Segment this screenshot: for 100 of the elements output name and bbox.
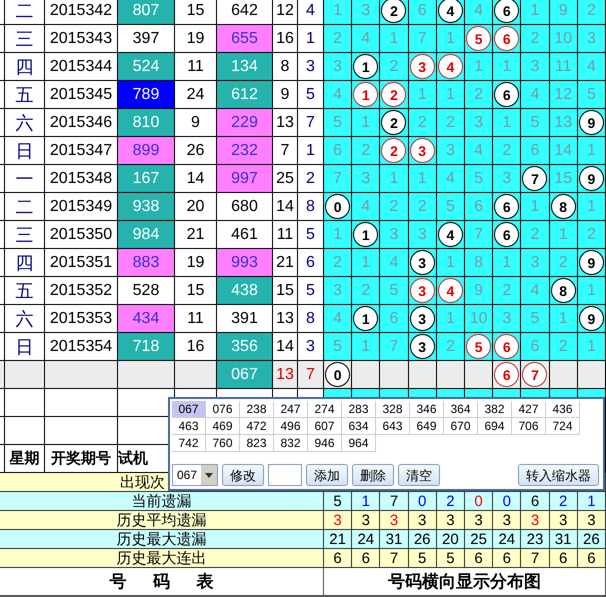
- miss-count-cell: 5: [465, 165, 494, 193]
- number-ball: 6: [494, 334, 520, 359]
- table-cell: 7: [273, 137, 298, 165]
- miss-count-cell: 5: [436, 193, 465, 221]
- number-ball: 2: [381, 110, 406, 135]
- miss-count-cell: 1: [578, 137, 606, 165]
- number-item[interactable]: 946: [308, 435, 342, 452]
- miss-count-cell: 1: [550, 305, 578, 333]
- stat-value: 21: [324, 530, 352, 549]
- stat-value: 3: [521, 511, 550, 530]
- number-item[interactable]: 760: [206, 435, 240, 452]
- number-item[interactable]: 742: [172, 435, 206, 452]
- number-item[interactable]: 283: [342, 401, 376, 418]
- miss-count-cell: 6: [521, 137, 550, 165]
- number-item[interactable]: 328: [376, 401, 410, 418]
- miss-count-cell: 1: [550, 221, 578, 249]
- number-item[interactable]: 634: [342, 418, 376, 435]
- number-ball: 9: [578, 110, 604, 135]
- stat-value: 3: [493, 511, 522, 530]
- stat-value: 2: [550, 492, 578, 511]
- number-item[interactable]: 067: [172, 401, 206, 418]
- number-item[interactable]: 469: [206, 418, 240, 435]
- number-ball: 6: [494, 0, 520, 23]
- miss-count-cell: 1: [408, 165, 437, 193]
- miss-count-cell: 2: [521, 25, 550, 53]
- delete-button[interactable]: 删除: [352, 464, 394, 486]
- stat-value: 1: [352, 492, 380, 511]
- number-item[interactable]: 823: [240, 435, 274, 452]
- add-button[interactable]: 添加: [306, 464, 348, 486]
- clear-button[interactable]: 清空: [398, 464, 440, 486]
- miss-count-cell: 2: [408, 193, 437, 221]
- number-item[interactable]: 670: [444, 418, 478, 435]
- number-item[interactable]: 832: [274, 435, 308, 452]
- stat-value: 3: [380, 511, 409, 530]
- number-item[interactable]: 436: [546, 401, 580, 418]
- number-item[interactable]: 649: [410, 418, 444, 435]
- number-cell: 993: [217, 249, 273, 277]
- miss-count-cell: 3: [521, 249, 550, 277]
- number-item[interactable]: 694: [478, 418, 512, 435]
- edit-button[interactable]: 修改: [222, 464, 264, 486]
- miss-count-cell: 1: [521, 0, 550, 25]
- miss-count-cell: 4: [465, 0, 494, 25]
- miss-count-cell: 6: [324, 137, 352, 165]
- number-ball: 6: [494, 26, 520, 51]
- number-cell: 356: [217, 333, 273, 361]
- number-item[interactable]: 364: [444, 401, 478, 418]
- number-item[interactable]: 463: [172, 418, 206, 435]
- number-select[interactable]: 067: [172, 464, 218, 486]
- number-cell: 883: [118, 249, 175, 277]
- table-cell: 7: [298, 361, 324, 389]
- number-item[interactable]: 076: [206, 401, 240, 418]
- table-cell: 13: [273, 109, 298, 137]
- miss-count-cell: 1: [578, 277, 606, 305]
- number-cell: 680: [217, 193, 273, 221]
- weekday-cell: 六: [5, 109, 45, 137]
- miss-count-cell: 3: [493, 165, 522, 193]
- number-item[interactable]: 238: [240, 401, 274, 418]
- input-field[interactable]: [268, 464, 302, 486]
- number-item[interactable]: 472: [240, 418, 274, 435]
- transfer-button[interactable]: 转入缩水器: [518, 464, 599, 486]
- number-item[interactable]: 496: [274, 418, 308, 435]
- number-cell: 718: [118, 333, 175, 361]
- chart-title: 号码横向显示分布图: [324, 568, 606, 597]
- number-item[interactable]: 274: [308, 401, 342, 418]
- number-item[interactable]: 706: [512, 418, 546, 435]
- number-item[interactable]: 607: [308, 418, 342, 435]
- number-ball: 2: [381, 138, 406, 163]
- miss-count-cell: 4: [352, 25, 380, 53]
- number-ball: 8: [550, 194, 576, 219]
- number-item[interactable]: 724: [546, 418, 580, 435]
- miss-count-cell: 1: [324, 221, 352, 249]
- number-ball: 1: [353, 82, 378, 107]
- number-ball: 0: [325, 362, 350, 387]
- number-item[interactable]: 643: [376, 418, 410, 435]
- miss-count-cell: 1: [493, 249, 522, 277]
- stat-value: 6: [352, 549, 380, 568]
- table-cell: 16: [273, 25, 298, 53]
- number-ball: 3: [410, 138, 435, 163]
- stat-value: 31: [550, 530, 578, 549]
- number-item[interactable]: 346: [410, 401, 444, 418]
- miss-count-cell: 4: [436, 165, 465, 193]
- number-item[interactable]: 247: [274, 401, 308, 418]
- miss-count-cell: 5: [324, 333, 352, 361]
- number-cell: 232: [217, 137, 273, 165]
- miss-count-cell: 7: [324, 165, 352, 193]
- miss-count-cell: 4: [521, 81, 550, 109]
- number-cell: 397: [118, 25, 175, 53]
- number-ball: 3: [410, 250, 435, 275]
- number-item[interactable]: 427: [512, 401, 546, 418]
- miss-count-cell: 5: [521, 305, 550, 333]
- miss-count-cell: 1: [578, 193, 606, 221]
- number-cell: 134: [217, 53, 273, 81]
- number-item[interactable]: 964: [342, 435, 376, 452]
- stat-value: 5: [324, 492, 352, 511]
- number-item[interactable]: 382: [478, 401, 512, 418]
- miss-count-cell: 4: [324, 305, 352, 333]
- miss-count-cell: 4: [324, 81, 352, 109]
- stat-value: 7: [521, 549, 550, 568]
- miss-count-cell: 2: [578, 0, 606, 25]
- miss-count-cell: 2: [436, 109, 465, 137]
